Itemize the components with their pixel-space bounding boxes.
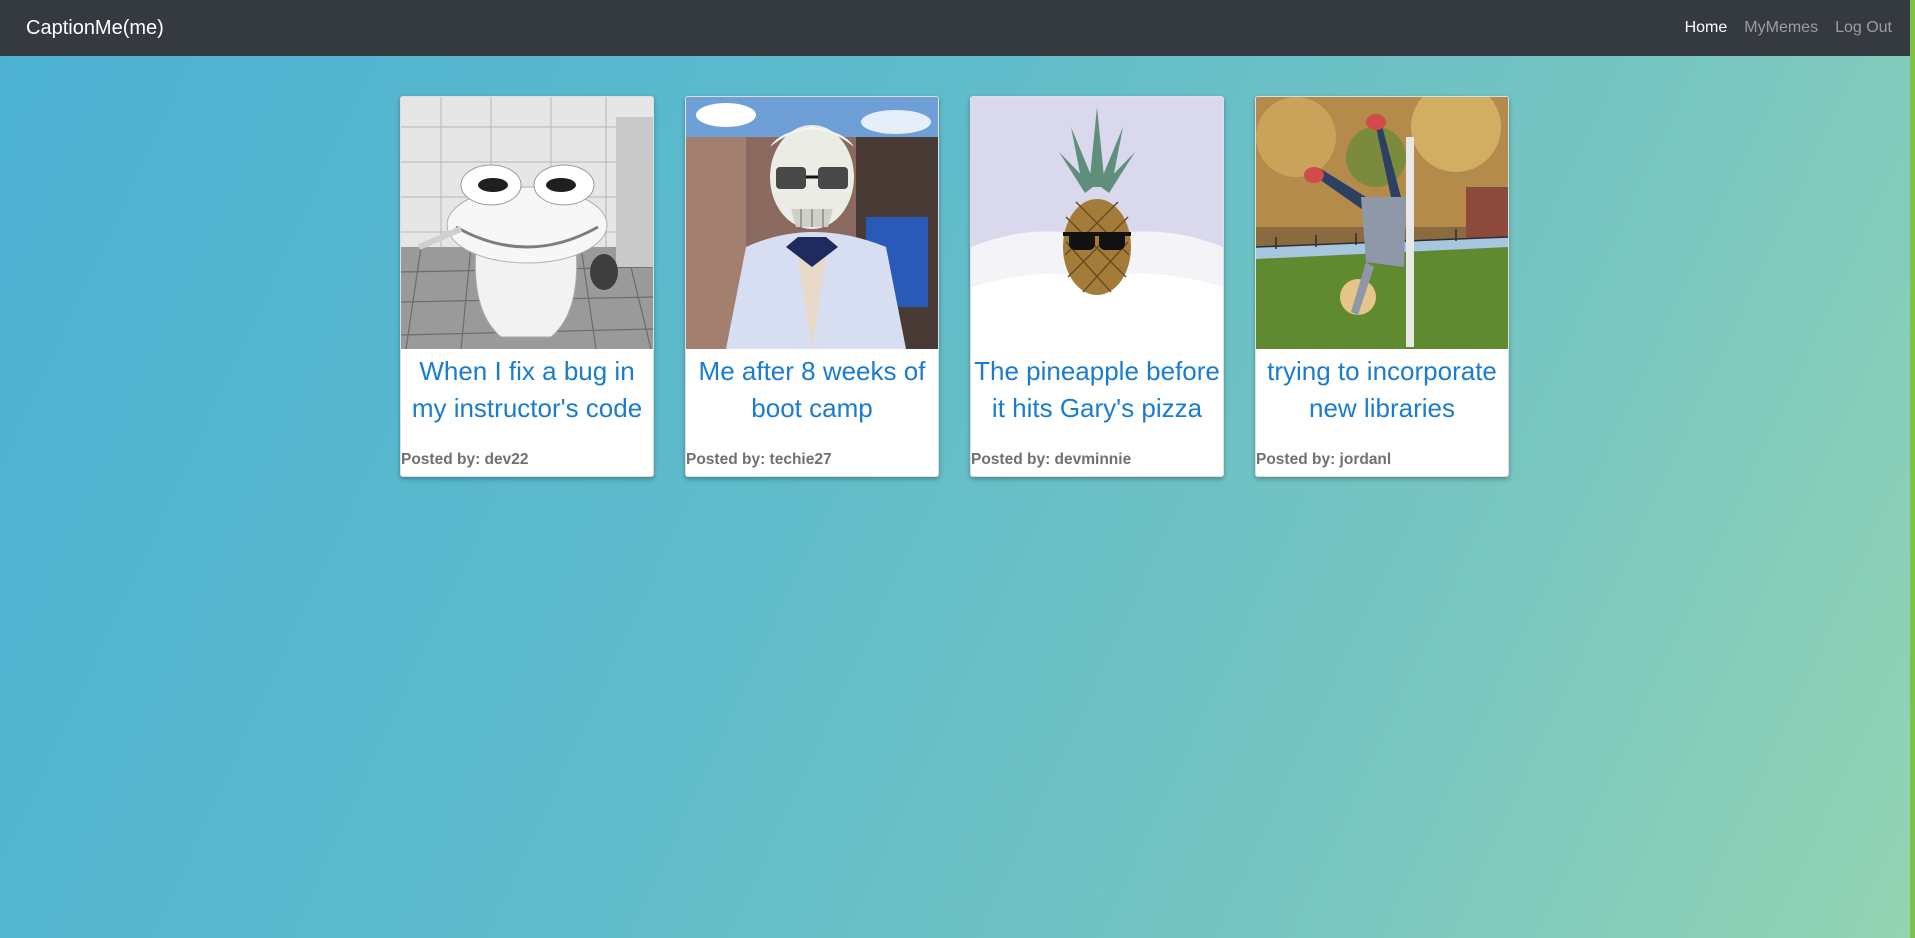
toilet-frog-face-photo[interactable] — [401, 97, 653, 349]
nav-mymemes-link[interactable]: MyMemes — [1744, 19, 1818, 37]
meme-card[interactable]: When I fix a bug in my instructor's code… — [400, 96, 654, 477]
posted-by: Posted by: techie27 — [686, 451, 832, 468]
pineapple-with-sunglasses-photo[interactable] — [971, 97, 1223, 349]
kid-handstand-in-park-photo[interactable] — [1256, 97, 1508, 349]
posted-by: Posted by: devminnie — [971, 451, 1132, 468]
nav-logout-link[interactable]: Log Out — [1835, 19, 1892, 37]
meme-card[interactable]: Me after 8 weeks of boot camp Posted by:… — [685, 96, 939, 477]
nav-links: Home MyMemes Log Out — [1685, 19, 1892, 37]
meme-card[interactable]: The pineapple before it hits Gary's pizz… — [970, 96, 1224, 477]
meme-card-grid: When I fix a bug in my instructor's code… — [400, 96, 1509, 477]
meme-caption: Me after 8 weeks of boot camp — [698, 356, 926, 423]
posted-by: Posted by: dev22 — [401, 451, 529, 468]
nav-home-link[interactable]: Home — [1685, 19, 1728, 37]
meme-caption: When I fix a bug in my instructor's code — [411, 356, 643, 423]
navbar: CaptionMe(me) Home MyMemes Log Out — [0, 0, 1910, 56]
posted-by: Posted by: jordanl — [1256, 451, 1392, 468]
meme-caption: trying to incorporate new libraries — [1267, 356, 1497, 423]
meme-caption: The pineapple before it hits Gary's pizz… — [974, 356, 1220, 423]
brand-link[interactable]: CaptionMe(me) — [26, 17, 164, 40]
app-background: CaptionMe(me) Home MyMemes Log Out When … — [0, 0, 1915, 938]
meme-card[interactable]: trying to incorporate new libraries Post… — [1255, 96, 1509, 477]
scrollbar-edge — [1910, 0, 1915, 938]
skeleton-with-glasses-photo[interactable] — [686, 97, 938, 349]
